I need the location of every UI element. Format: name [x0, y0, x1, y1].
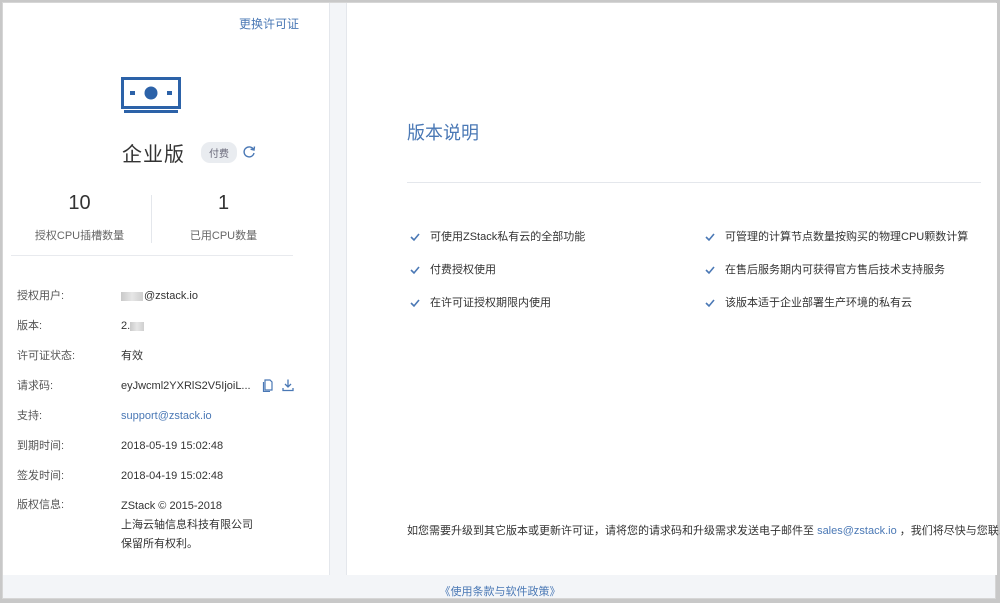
user-value: @zstack.io: [121, 288, 198, 304]
feature-item: 在许可证授权期限内使用: [410, 296, 551, 310]
version-label: 版本:: [17, 320, 43, 332]
feature-text: 可管理的计算节点数量按购买的物理CPU颗数计算: [725, 231, 969, 243]
download-icon[interactable]: [281, 378, 295, 392]
used-cpu-label: 已用CPU数量: [189, 230, 258, 242]
support-email-link[interactable]: support@zstack.io: [121, 408, 212, 424]
feature-text: 付费授权使用: [430, 264, 496, 276]
license-banknote-icon: [121, 77, 181, 113]
status-label: 许可证状态:: [17, 350, 76, 362]
divider: [11, 255, 293, 256]
request-code-label: 请求码:: [17, 380, 54, 392]
support-label: 支持:: [17, 410, 43, 422]
change-license-link[interactable]: 更换许可证: [239, 15, 299, 32]
feature-text: 在售后服务期内可获得官方售后技术支持服务: [725, 264, 945, 276]
cpu-stats: 10 授权CPU插槽数量 1 已用CPU数量: [3, 191, 293, 243]
redacted-text: [121, 291, 143, 301]
edition-name: 企业版: [122, 143, 185, 166]
used-cpu-stat: 1 已用CPU数量: [151, 191, 296, 243]
issued-value: 2018-04-19 15:02:48: [121, 470, 224, 482]
paid-badge: 付费: [201, 141, 237, 163]
used-cpu-value: 1: [217, 192, 230, 214]
feature-text: 在许可证授权期限内使用: [430, 297, 551, 309]
feature-item: 可使用ZStack私有云的全部功能: [410, 230, 585, 244]
feature-text: 可使用ZStack私有云的全部功能: [430, 231, 586, 243]
check-icon: [410, 266, 420, 275]
terms-link[interactable]: 《使用条款与软件政策》: [3, 583, 997, 599]
licensed-cpu-sockets-stat: 10 授权CPU插槽数量: [7, 191, 152, 243]
check-icon: [410, 233, 420, 242]
request-code-value: eyJwcml2YXRlS2V5IjoiL...: [121, 380, 251, 392]
check-icon: [705, 233, 715, 242]
check-icon: [705, 266, 715, 275]
contact-prefix: 如您需要升级到其它版本或更新许可证，请将您的请求码和升级需求发送电子邮件至: [407, 525, 814, 537]
contact-suffix: ，我们将尽快与您联系！: [899, 525, 1000, 537]
licensed-cpu-sockets-value: 10: [68, 192, 91, 214]
refresh-icon[interactable]: [242, 145, 256, 159]
edition-description-panel: 版本说明 可使用ZStack私有云的全部功能 可管理的计算节点数量按购买的物理C…: [346, 3, 1000, 575]
redacted-text: [130, 321, 145, 331]
feature-text: 该版本适于企业部署生产环境的私有云: [725, 297, 912, 309]
feature-item: 在售后服务期内可获得官方售后技术支持服务: [705, 263, 945, 277]
section-title: 版本说明: [407, 123, 479, 143]
copyright-value: ZStack © 2015-2018 上海云轴信息科技有限公司 保留所有权利。: [121, 497, 253, 554]
status-value: 有效: [121, 350, 143, 362]
version-text: 2.: [121, 320, 131, 332]
expire-value: 2018-05-19 15:02:48: [121, 440, 224, 452]
licensed-cpu-sockets-label: 授权CPU插槽数量: [34, 230, 125, 242]
version-value: 2.: [121, 318, 145, 334]
user-label: 授权用户:: [17, 290, 65, 302]
divider: [407, 182, 981, 183]
copyright-label: 版权信息:: [17, 499, 65, 511]
expire-label: 到期时间:: [17, 440, 65, 452]
feature-item: 付费授权使用: [410, 263, 496, 277]
user-email-domain: @zstack.io: [144, 290, 198, 302]
contact-note: 如您需要升级到其它版本或更新许可证，请将您的请求码和升级需求发送电子邮件至 sa…: [407, 522, 1000, 538]
feature-item: 可管理的计算节点数量按购买的物理CPU颗数计算: [705, 230, 968, 244]
license-page: 更换许可证 企业版 付费 10 授权CPU插槽数量 1 已用CPU数量 授权用户…: [2, 2, 1000, 599]
info-row-request-code: 请求码: eyJwcml2YXRlS2V5IjoiL...: [17, 378, 307, 394]
check-icon: [705, 299, 715, 308]
edition-row: 企业版 付费: [122, 139, 256, 166]
copyright-line: 保留所有权利。: [121, 538, 198, 550]
check-icon: [410, 299, 420, 308]
copyright-line: ZStack © 2015-2018: [121, 500, 223, 512]
feature-item: 该版本适于企业部署生产环境的私有云: [705, 296, 912, 310]
copy-icon[interactable]: [261, 378, 275, 392]
issued-label: 签发时间:: [17, 470, 65, 482]
copyright-line: 上海云轴信息科技有限公司: [121, 519, 253, 531]
license-summary-panel: 更换许可证 企业版 付费 10 授权CPU插槽数量 1 已用CPU数量 授权用户…: [3, 3, 330, 575]
sales-email-link[interactable]: sales@zstack.io: [817, 525, 897, 537]
